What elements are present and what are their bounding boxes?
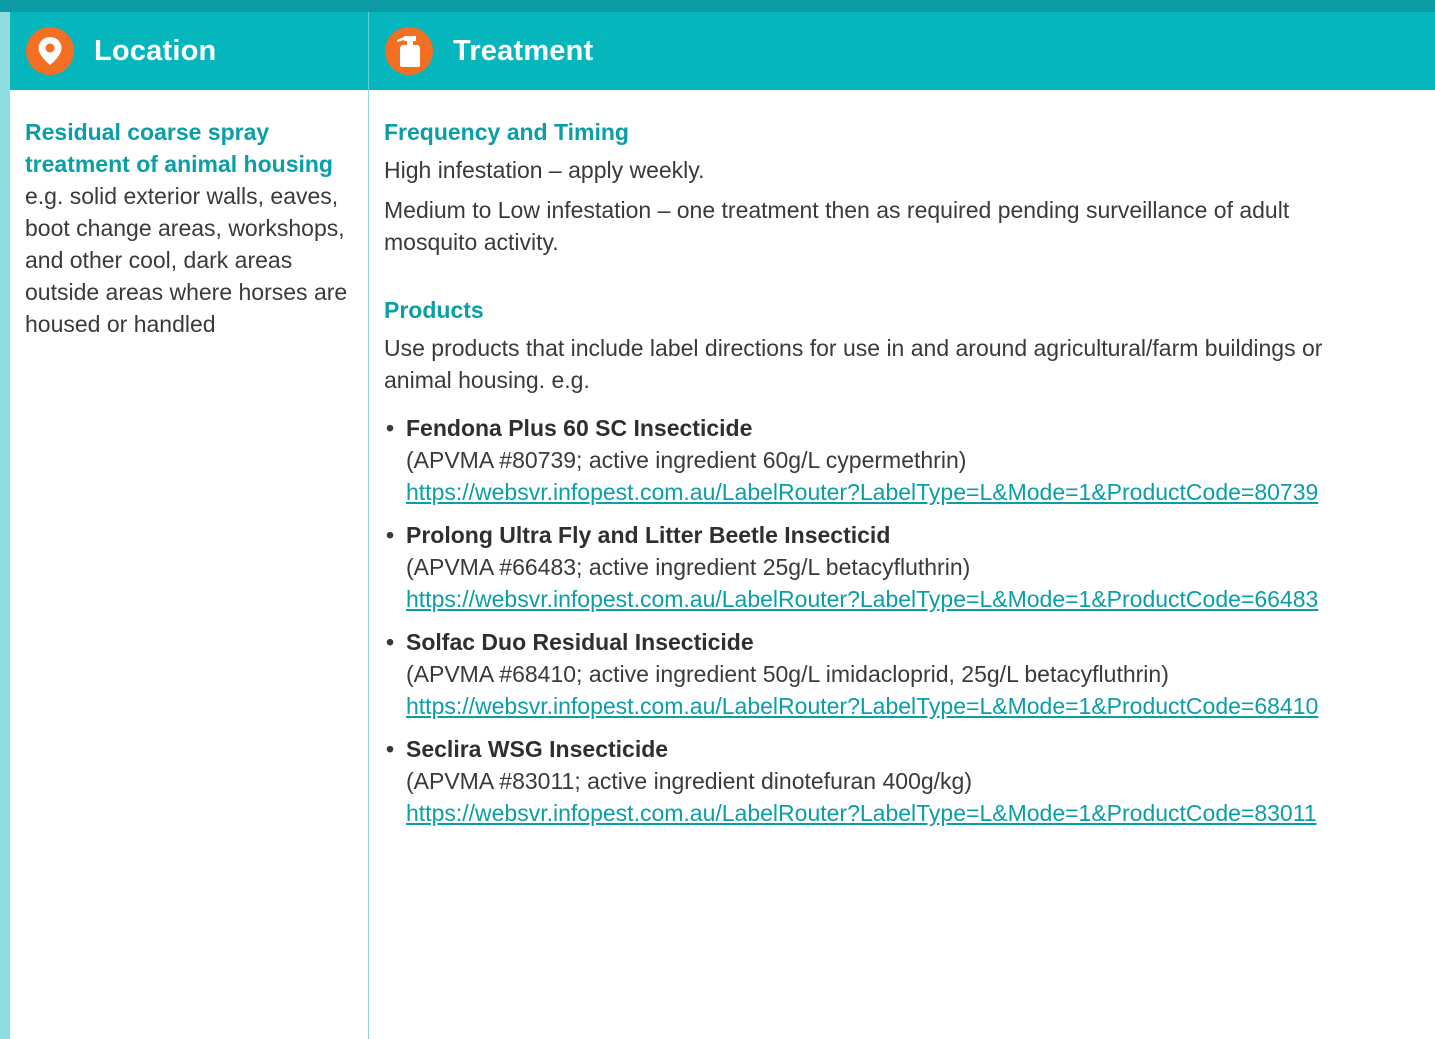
products-list: • Fendona Plus 60 SC Insecticide (APVMA … [384, 412, 1384, 829]
list-item: • Seclira WSG Insecticide (APVMA #83011;… [384, 733, 1384, 829]
product-name: Solfac Duo Residual Insecticide [406, 629, 754, 655]
frequency-low: Medium to Low infestation – one treatmen… [384, 197, 1290, 255]
treatment-column: Frequency and Timing High infestation – … [384, 116, 1384, 840]
product-label-link[interactable]: https://websvr.infopest.com.au/LabelRout… [406, 476, 1326, 508]
top-bar [0, 0, 1435, 12]
products-heading: Products [384, 297, 484, 323]
product-label-link[interactable]: https://websvr.infopest.com.au/LabelRout… [406, 583, 1326, 615]
product-details: (APVMA #83011; active ingredient dinotef… [406, 768, 972, 794]
product-name: Prolong Ultra Fly and Litter Beetle Inse… [406, 522, 891, 548]
product-details: (APVMA #80739; active ingredient 60g/L c… [406, 447, 967, 473]
frequency-heading: Frequency and Timing [384, 119, 629, 145]
location-heading: Residual coarse spray treatment of anima… [25, 119, 333, 177]
location-title: Location [94, 34, 217, 67]
product-label-link[interactable]: https://websvr.infopest.com.au/LabelRout… [406, 797, 1326, 829]
product-name: Seclira WSG Insecticide [406, 736, 669, 762]
list-item: • Prolong Ultra Fly and Litter Beetle In… [384, 519, 1384, 615]
product-label-link[interactable]: https://websvr.infopest.com.au/LabelRout… [406, 690, 1326, 722]
treatment-title: Treatment [453, 34, 594, 67]
bullet-icon: • [386, 522, 395, 548]
location-description: e.g. solid exterior walls, eaves, boot c… [25, 183, 348, 337]
list-item: • Solfac Duo Residual Insecticide (APVMA… [384, 626, 1384, 722]
spray-bottle-icon [385, 27, 433, 75]
product-details: (APVMA #66483; active ingredient 25g/L b… [406, 554, 971, 580]
map-pin-icon [26, 27, 74, 75]
product-name: Fendona Plus 60 SC Insecticide [406, 415, 753, 441]
frequency-high: High infestation – apply weekly. [384, 157, 705, 183]
location-header: Location [10, 12, 369, 90]
column-divider [368, 90, 369, 1039]
location-column: Residual coarse spray treatment of anima… [25, 116, 360, 340]
list-item: • Fendona Plus 60 SC Insecticide (APVMA … [384, 412, 1384, 508]
table-header: Location Treatment [10, 12, 1435, 90]
bullet-icon: • [386, 629, 395, 655]
left-accent-stripe [0, 12, 10, 1039]
products-intro: Use products that include label directio… [384, 335, 1323, 393]
treatment-header: Treatment [369, 12, 1435, 90]
bullet-icon: • [386, 415, 395, 441]
product-details: (APVMA #68410; active ingredient 50g/L i… [406, 661, 1169, 687]
bullet-icon: • [386, 736, 395, 762]
